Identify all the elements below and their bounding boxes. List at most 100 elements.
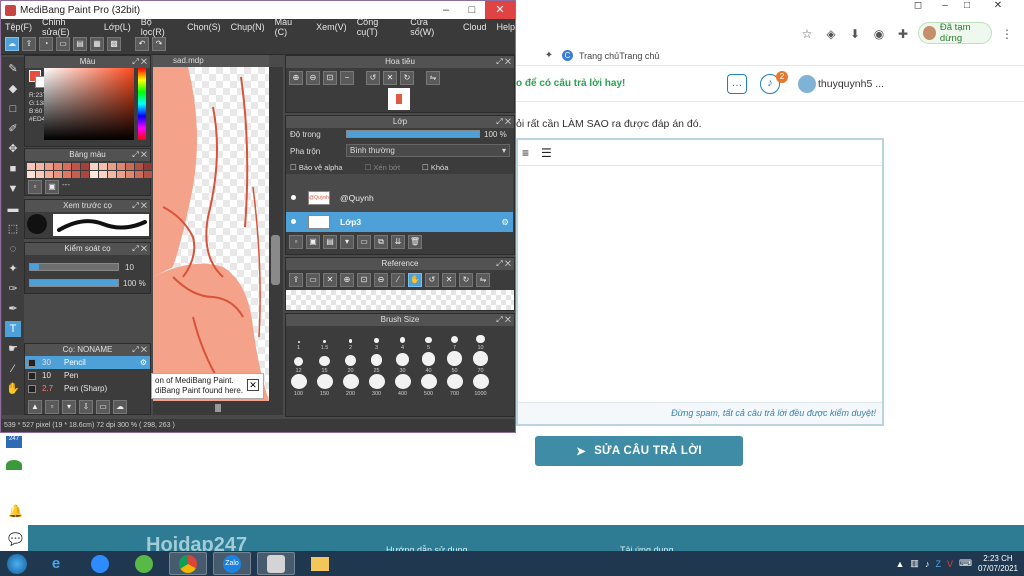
layer-opacity-slider[interactable] — [346, 130, 480, 138]
brush-add-menu-icon[interactable]: ▾ — [62, 400, 76, 414]
brush-tool-icon[interactable]: ✎ — [5, 61, 21, 77]
layer-item-lop3[interactable]: Lớp3 ⚙ — [286, 212, 513, 232]
eyedropper-tool-icon[interactable]: ⁄ — [5, 361, 21, 377]
export-icon[interactable]: ⇪ — [22, 37, 36, 51]
reference-view[interactable] — [286, 290, 514, 310]
menu-layer[interactable]: Lớp(L) — [104, 22, 131, 32]
menu-window[interactable]: Cửa sổ(W) — [410, 17, 453, 37]
editor-body[interactable] — [518, 166, 882, 402]
flip-icon[interactable]: ⇋ — [426, 71, 440, 85]
brush-size-option[interactable]: 2 — [338, 328, 363, 351]
speech-icon[interactable]: ◔ — [39, 37, 53, 51]
menu-help[interactable]: Help — [496, 22, 515, 32]
window-restore-icon[interactable]: ◻ — [909, 0, 927, 12]
ref-rotate-right-icon[interactable]: ↻ — [459, 273, 473, 287]
brush-size-option[interactable]: 4 — [390, 328, 415, 351]
window-maximize-icon[interactable]: □ — [958, 0, 976, 12]
brush-size-option[interactable]: 1.5 — [312, 328, 337, 351]
brush-size-option[interactable]: 5 — [416, 328, 441, 351]
taskbar-medibang-icon[interactable] — [257, 552, 295, 575]
taskbar-ie-icon[interactable]: e — [37, 552, 75, 575]
brush-size-option[interactable]: 25 — [364, 351, 389, 374]
ref-zoom-in-icon[interactable]: ⊕ — [340, 273, 354, 287]
brush-up-icon[interactable]: ▲ — [28, 400, 42, 414]
profile-button[interactable]: Đã tạm dừng — [918, 22, 992, 44]
canvas-horizontal-scrollbar[interactable] — [153, 401, 283, 415]
brush-cloud-icon[interactable]: ☁ — [113, 400, 127, 414]
magic-wand-icon[interactable]: ✦ — [5, 261, 21, 277]
tray-keyboard-icon[interactable]: ⌨ — [959, 558, 972, 569]
new-1bit-layer-icon[interactable]: ▤ — [323, 235, 337, 249]
chrome-icon[interactable]: ◉ — [872, 27, 886, 41]
brush-opacity-value[interactable]: 100 % — [123, 279, 146, 288]
tray-volume-icon[interactable]: ♪ — [925, 559, 930, 569]
palette-grid[interactable] — [27, 163, 152, 178]
brush-settings-icon[interactable]: ⚙ — [140, 358, 150, 367]
move-tool-icon[interactable]: ✥ — [5, 141, 21, 157]
brush-item-pen[interactable]: 10 Pen — [25, 369, 150, 382]
ref-eyedropper-icon[interactable]: ⁄ — [391, 273, 405, 287]
delete-layer-icon[interactable]: 🗑 — [408, 235, 422, 249]
zoom-minus-icon[interactable]: − — [340, 71, 354, 85]
taskbar-zalo-icon[interactable]: Zalo — [213, 552, 251, 575]
undo-icon[interactable]: ↶ — [135, 37, 149, 51]
select-eraser-icon[interactable]: ✒ — [5, 301, 21, 317]
menu-color[interactable]: Màu (C) — [275, 17, 307, 37]
cloud-icon[interactable]: ☁ — [5, 37, 19, 51]
operation-tool-icon[interactable]: ☛ — [5, 341, 21, 357]
clock[interactable]: 2:23 CH 07/07/2021 — [978, 554, 1018, 574]
new-layer-icon[interactable]: ▫ — [289, 235, 303, 249]
close-icon[interactable]: ✕ — [485, 1, 515, 19]
brush-folder-icon[interactable]: ▭ — [96, 400, 110, 414]
brush-size-option[interactable]: 7 — [442, 328, 467, 351]
select-tool-icon[interactable]: ⬚ — [5, 221, 21, 237]
zoom-in-icon[interactable]: ⊕ — [289, 71, 303, 85]
menu-cloud[interactable]: Cloud — [463, 22, 487, 32]
bucket-tool-icon[interactable]: ▼ — [5, 181, 21, 197]
canvas-vertical-scrollbar[interactable] — [269, 67, 283, 401]
navigator-thumbnail[interactable] — [388, 88, 410, 110]
protect-alpha-checkbox[interactable]: ☐ Bảo vệ alpha — [290, 163, 343, 172]
app-tile-icon[interactable]: 247 — [6, 436, 22, 448]
brush-size-option[interactable]: 500 — [416, 374, 441, 397]
toast-close-icon[interactable]: ✕ — [247, 379, 259, 391]
extension-icon[interactable]: ◈ — [824, 27, 838, 41]
tray-expand-icon[interactable]: ▲ — [896, 559, 905, 569]
palette-copy-icon[interactable]: ▣ — [45, 180, 59, 194]
hue-slider[interactable] — [138, 68, 146, 140]
select-pen-icon[interactable]: ✑ — [5, 281, 21, 297]
submit-answer-button[interactable]: ➤ SỬA CÂU TRẢ LỜI — [535, 436, 743, 466]
ref-reset-icon[interactable]: ✕ — [442, 273, 456, 287]
star-icon[interactable]: ☆ — [800, 27, 814, 41]
brush-add-icon[interactable]: ▫ — [45, 400, 59, 414]
gradient-tool-icon[interactable]: ▬ — [5, 201, 21, 217]
brush-size-option[interactable]: 400 — [390, 374, 415, 397]
ref-upload-icon[interactable]: ⇪ — [289, 273, 303, 287]
start-button[interactable] — [0, 551, 34, 576]
brush-item-pen-sharp[interactable]: 2.7 Pen (Sharp) — [25, 382, 150, 395]
align-right-icon[interactable]: ≡ — [522, 146, 529, 160]
puzzle-icon[interactable]: ✚ — [896, 27, 910, 41]
ref-flip-icon[interactable]: ⇋ — [476, 273, 490, 287]
canvas-tab[interactable]: sad.mdp — [153, 55, 269, 67]
menu-filter[interactable]: Bộ lọc(R) — [141, 17, 177, 37]
menu-tools[interactable]: Công cụ(T) — [357, 17, 401, 37]
brush-opacity-slider[interactable] — [29, 279, 119, 287]
duplicate-layer-icon[interactable]: ⧉ — [374, 235, 388, 249]
menu-file[interactable]: Tệp(F) — [5, 22, 32, 32]
brush-size-option[interactable]: 50 — [442, 351, 467, 374]
panel-icon[interactable]: ▤ — [73, 37, 87, 51]
brush-size-option[interactable]: 1000 — [468, 374, 493, 397]
brush-size-option[interactable]: 300 — [364, 374, 389, 397]
taskbar-explorer-icon[interactable] — [301, 552, 339, 575]
ref-hand-icon[interactable]: ✋ — [408, 273, 422, 287]
zoom-out-icon[interactable]: ⊖ — [306, 71, 320, 85]
menu-edit[interactable]: Chỉnh sửa(E) — [42, 17, 94, 37]
lasso-tool-icon[interactable]: ◌ — [5, 241, 21, 257]
brush-size-option[interactable]: 700 — [442, 374, 467, 397]
mascot-icon[interactable] — [6, 460, 22, 470]
tray-zalo-icon[interactable]: Z — [935, 559, 941, 569]
fill-rect-tool-icon[interactable]: ■ — [5, 161, 21, 177]
folder-icon[interactable]: ▭ — [357, 235, 371, 249]
taskbar-360-icon[interactable] — [125, 552, 163, 575]
